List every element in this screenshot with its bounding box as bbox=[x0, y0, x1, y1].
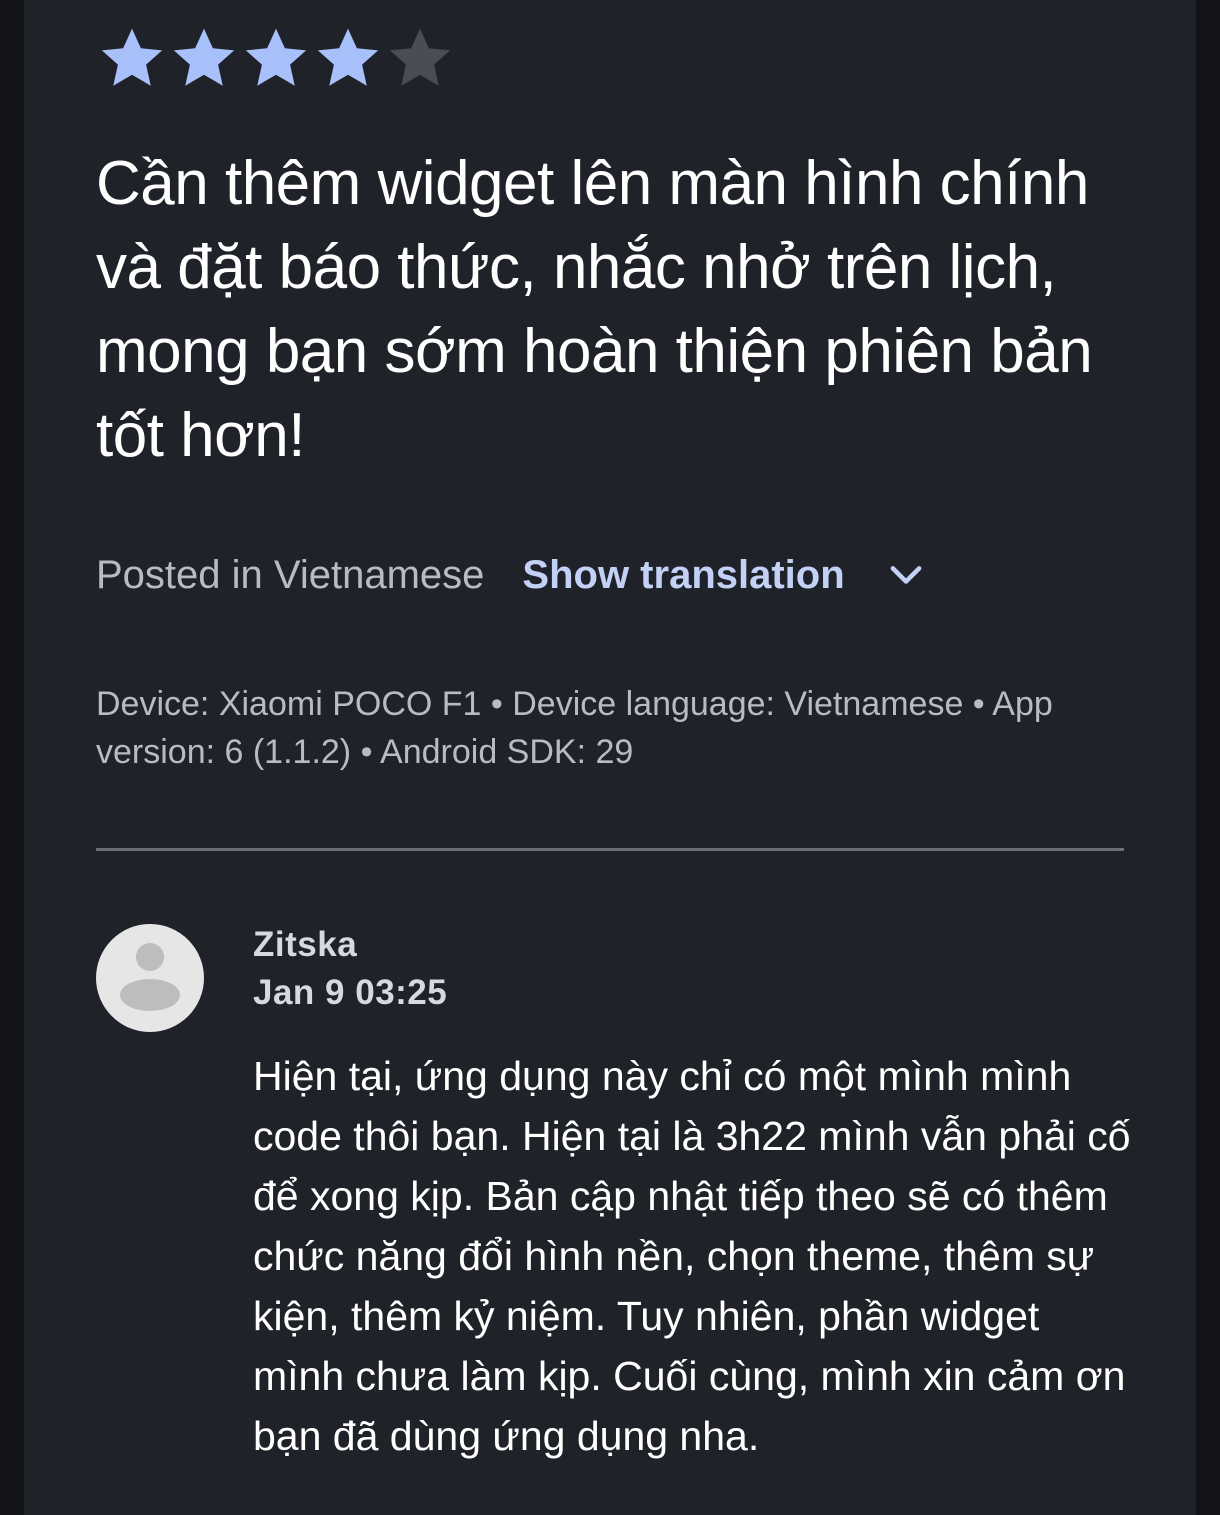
star-icon bbox=[245, 28, 307, 86]
reply-date: Jan 9 03:25 bbox=[253, 973, 448, 1012]
avatar bbox=[96, 924, 204, 1032]
reply-author: Zitska bbox=[253, 925, 358, 964]
person-icon bbox=[120, 943, 180, 1011]
chevron-down-icon[interactable] bbox=[885, 554, 927, 596]
star-shape bbox=[389, 28, 451, 86]
star-shape bbox=[245, 28, 307, 86]
translation-row: Posted in Vietnamese Show translation bbox=[96, 545, 927, 605]
star-shape bbox=[173, 28, 235, 86]
star-shape bbox=[101, 28, 163, 86]
review-card: Cần thêm widget lên màn hình chính và đặ… bbox=[24, 0, 1196, 1515]
review-text: Cần thêm widget lên màn hình chính và đặ… bbox=[96, 149, 1093, 470]
star-icon bbox=[173, 28, 235, 86]
star-icon bbox=[101, 28, 163, 86]
device-info: Device: Xiaomi POCO F1 • Device language… bbox=[96, 685, 1053, 771]
star-icon bbox=[389, 28, 451, 86]
star-shape bbox=[317, 28, 379, 86]
posted-language-label: Posted in Vietnamese bbox=[96, 552, 485, 597]
reply-text: Hiện tại, ứng dụng này chỉ có một mình m… bbox=[253, 1053, 1131, 1459]
star-rating bbox=[96, 22, 456, 94]
show-translation-button[interactable]: Show translation bbox=[522, 553, 844, 598]
divider bbox=[96, 848, 1124, 851]
star-icon bbox=[317, 28, 379, 86]
